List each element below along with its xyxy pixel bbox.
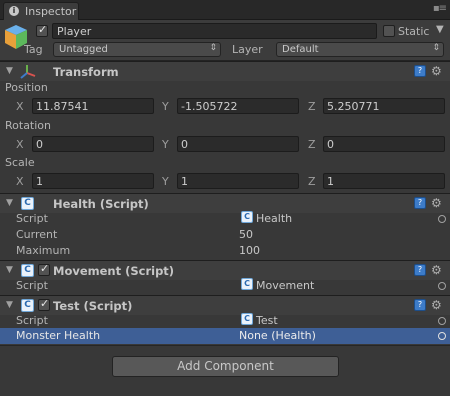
object-picker-icon[interactable] <box>438 215 446 223</box>
script-value[interactable]: Health <box>256 212 292 225</box>
help-icon[interactable]: ? <box>414 65 426 77</box>
object-name-field[interactable]: Player <box>52 23 377 39</box>
script-value[interactable]: Movement <box>256 279 314 292</box>
static-checkbox[interactable] <box>383 25 395 37</box>
scale-z-field[interactable]: 1 <box>323 173 445 189</box>
monster-health-label: Monster Health <box>16 329 101 342</box>
object-header: Player Static ▼ Tag Untagged ⇕ Layer Def… <box>0 20 450 61</box>
transform-axes-icon <box>20 65 36 79</box>
enabled-checkbox[interactable] <box>38 262 50 276</box>
axis-y-label: Y <box>162 138 169 151</box>
active-checkbox[interactable] <box>36 23 48 37</box>
fold-arrow-icon[interactable]: ▼ <box>6 300 13 310</box>
position-y-field[interactable]: -1.505722 <box>177 98 299 114</box>
gear-icon[interactable]: ⚙ <box>431 298 442 312</box>
gear-icon[interactable]: ⚙ <box>431 196 442 210</box>
tab-label: Inspector <box>25 5 77 18</box>
add-component-button[interactable]: Add Component <box>112 356 339 377</box>
maximum-label: Maximum <box>16 244 71 257</box>
test-title: Test (Script) <box>53 299 133 313</box>
csharp-script-icon: C <box>241 313 253 325</box>
static-label: Static <box>398 25 430 38</box>
test-header[interactable]: ▼ C Test (Script) ? ⚙ <box>0 295 450 315</box>
tab-bar: i Inspector ▪≡ <box>0 0 450 20</box>
updown-arrow-icon: ⇕ <box>432 43 440 53</box>
scale-x-field[interactable]: 1 <box>32 173 154 189</box>
health-title: Health (Script) <box>53 197 149 211</box>
transform-header[interactable]: ▼ Transform ? ⚙ <box>0 61 450 81</box>
rotation-y-field[interactable]: 0 <box>177 136 299 152</box>
current-value[interactable]: 50 <box>239 228 253 241</box>
rotation-x-field[interactable]: 0 <box>32 136 154 152</box>
help-icon[interactable]: ? <box>414 299 426 311</box>
layer-label: Layer <box>232 43 263 56</box>
tag-label: Tag <box>24 43 43 56</box>
csharp-script-icon: C <box>241 278 253 290</box>
layer-value: Default <box>282 44 319 55</box>
gear-icon[interactable]: ⚙ <box>431 263 442 277</box>
tag-dropdown[interactable]: Untagged ⇕ <box>53 42 221 57</box>
transform-title: Transform <box>53 65 119 79</box>
fold-arrow-icon[interactable]: ▼ <box>6 66 13 76</box>
movement-title: Movement (Script) <box>53 264 175 278</box>
divider <box>0 345 450 346</box>
movement-header[interactable]: ▼ C Movement (Script) ? ⚙ <box>0 260 450 280</box>
tab-inspector[interactable]: i Inspector <box>3 2 79 20</box>
axis-z-label: Z <box>308 138 316 151</box>
fold-arrow-icon[interactable]: ▼ <box>6 265 13 275</box>
position-label: Position <box>5 81 48 94</box>
scale-y-field[interactable]: 1 <box>177 173 299 189</box>
help-icon[interactable]: ? <box>414 264 426 276</box>
rotation-label: Rotation <box>5 119 52 132</box>
script-label: Script <box>16 212 48 225</box>
health-header[interactable]: ▼ C Health (Script) ? ⚙ <box>0 193 450 213</box>
tab-menu-icon[interactable]: ▪≡ <box>433 3 447 14</box>
axis-x-label: X <box>16 100 24 113</box>
info-icon: i <box>9 6 19 16</box>
position-x-field[interactable]: 11.87541 <box>32 98 154 114</box>
csharp-script-icon: C <box>21 299 34 312</box>
updown-arrow-icon: ⇕ <box>209 43 217 53</box>
script-label: Script <box>16 279 48 292</box>
csharp-script-icon: C <box>241 211 253 223</box>
static-dropdown-icon[interactable]: ▼ <box>436 24 444 35</box>
axis-y-label: Y <box>162 175 169 188</box>
enabled-checkbox[interactable] <box>38 297 50 311</box>
axis-y-label: Y <box>162 100 169 113</box>
current-label: Current <box>16 228 58 241</box>
csharp-script-icon: C <box>21 264 34 277</box>
monster-health-row[interactable]: Monster Health None (Health) <box>0 328 450 344</box>
maximum-value[interactable]: 100 <box>239 244 260 257</box>
axis-x-label: X <box>16 138 24 151</box>
object-picker-icon[interactable] <box>438 282 446 290</box>
rotation-z-field[interactable]: 0 <box>323 136 445 152</box>
axis-x-label: X <box>16 175 24 188</box>
object-picker-icon[interactable] <box>438 317 446 325</box>
axis-z-label: Z <box>308 100 316 113</box>
script-label: Script <box>16 314 48 327</box>
csharp-script-icon: C <box>21 197 34 210</box>
gear-icon[interactable]: ⚙ <box>431 64 442 78</box>
axis-z-label: Z <box>308 175 316 188</box>
object-picker-icon[interactable] <box>438 332 446 340</box>
layer-dropdown[interactable]: Default ⇕ <box>276 42 444 57</box>
monster-health-value[interactable]: None (Health) <box>239 329 316 342</box>
fold-arrow-icon[interactable]: ▼ <box>6 198 13 208</box>
position-z-field[interactable]: 5.250771 <box>323 98 445 114</box>
tag-value: Untagged <box>59 44 108 55</box>
scale-label: Scale <box>5 156 35 169</box>
help-icon[interactable]: ? <box>414 197 426 209</box>
script-value[interactable]: Test <box>256 314 278 327</box>
